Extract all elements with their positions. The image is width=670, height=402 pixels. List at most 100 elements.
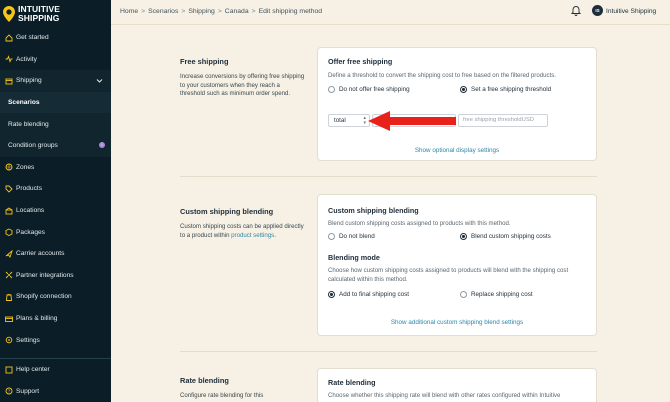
radio-do-not-blend[interactable]: Do not blend: [328, 233, 375, 240]
custom-blending-card: Custom shipping blending Blend custom sh…: [317, 194, 597, 336]
radio-replace-cost[interactable]: Replace shipping cost: [460, 291, 533, 298]
radio-dot-selected[interactable]: [460, 233, 467, 240]
annotation-arrow-icon: [368, 111, 456, 131]
sidebar-item-label: Get started: [16, 34, 49, 42]
sidebar-item-rate-blending[interactable]: Rate blending: [0, 113, 111, 135]
brand-logo[interactable]: INTUITIVE SHIPPING: [3, 3, 108, 25]
radio-label: Set a free shipping threshold: [471, 86, 552, 93]
rate-blending-card: Rate blending Choose whether this shippi…: [317, 368, 597, 402]
sidebar: INTUITIVE SHIPPING Get started Activity …: [0, 0, 111, 402]
sidebar-item-label: Condition groups: [8, 142, 58, 150]
breadcrumb-canada[interactable]: Canada: [225, 8, 249, 15]
breadcrumb-separator: >: [141, 8, 146, 15]
card-subtitle: Blend custom shipping costs assigned to …: [328, 220, 511, 227]
section-text: Increase conversions by offering free sh…: [180, 73, 305, 98]
sidebar-item-shopify-connection[interactable]: Shopify connection: [0, 286, 111, 308]
breadcrumb-scenarios[interactable]: Scenarios: [148, 8, 178, 15]
section-text-suffix: .: [274, 231, 276, 239]
breadcrumb-home[interactable]: Home: [120, 8, 138, 15]
radio-no-free-shipping[interactable]: Do not offer free shipping: [328, 86, 410, 93]
free-shipping-description: Free shipping Increase conversions by of…: [180, 57, 305, 99]
user-name[interactable]: Intuitive Shipping: [606, 8, 656, 15]
top-bar: Home > Scenarios > Shipping > Canada > E…: [111, 0, 670, 25]
breadcrumb-shipping[interactable]: Shipping: [188, 8, 214, 15]
breadcrumb-current: Edit shipping method: [258, 8, 323, 15]
radio-dot[interactable]: [328, 233, 335, 240]
integration-icon: [5, 271, 13, 279]
chevron-down-icon: [96, 79, 103, 83]
sidebar-item-label: Support: [16, 387, 40, 395]
breadcrumb: Home > Scenarios > Shipping > Canada > E…: [120, 8, 322, 15]
show-blend-settings-link[interactable]: Show additional custom shipping blend se…: [318, 319, 596, 326]
radio-dot[interactable]: [328, 86, 335, 93]
section-title: Rate blending: [180, 376, 229, 385]
radio-label: Do not offer free shipping: [339, 86, 410, 93]
currency-label: USD: [521, 117, 534, 123]
show-display-settings-link[interactable]: Show optional display settings: [318, 147, 596, 154]
section-divider: [180, 351, 597, 352]
sidebar-item-settings[interactable]: Settings: [0, 329, 111, 351]
sidebar-item-locations[interactable]: Locations: [0, 200, 111, 222]
radio-label: Do not blend: [339, 233, 375, 240]
gear-icon: [5, 336, 13, 344]
threshold-type-select[interactable]: total ▴ ▾: [328, 114, 370, 127]
home-icon: [5, 34, 13, 42]
radio-dot-selected[interactable]: [460, 86, 467, 93]
threshold-input[interactable]: free shipping thresholdUSD: [458, 114, 548, 127]
sidebar-item-condition-groups[interactable]: Condition groups i: [0, 134, 111, 157]
sidebar-nav: Get started Activity Shipping Scenarios …: [0, 27, 111, 351]
sidebar-item-label: Locations: [16, 207, 45, 215]
info-badge: i: [99, 141, 105, 148]
radio-add-to-final[interactable]: Add to final shipping cost: [328, 291, 409, 298]
radio-label: Blend custom shipping costs: [471, 233, 551, 240]
radio-set-threshold[interactable]: Set a free shipping threshold: [460, 86, 551, 93]
sidebar-item-products[interactable]: Products: [0, 178, 111, 200]
sidebar-item-label: Shipping: [16, 77, 42, 85]
help-icon: [5, 366, 13, 374]
card-title: Custom shipping blending: [328, 206, 419, 215]
sidebar-item-activity[interactable]: Activity: [0, 49, 111, 71]
billing-icon: [5, 315, 13, 323]
sidebar-item-shipping[interactable]: Shipping: [0, 70, 111, 92]
product-settings-link[interactable]: product settings: [231, 232, 274, 239]
sidebar-item-label: Plans & billing: [16, 315, 58, 323]
sidebar-item-scenarios[interactable]: Scenarios: [0, 91, 111, 114]
carrier-icon: [5, 249, 13, 258]
activity-icon: [5, 55, 13, 64]
section-title: Custom shipping blending: [180, 207, 274, 216]
bell-icon[interactable]: [571, 5, 581, 16]
shipping-icon: [5, 77, 13, 85]
tag-icon: [5, 185, 13, 193]
radio-dot[interactable]: [460, 291, 467, 298]
sidebar-item-zones[interactable]: Zones: [0, 157, 111, 179]
custom-blending-description: Custom shipping blending Custom shipping…: [180, 207, 305, 240]
offer-free-shipping-card: Offer free shipping Define a threshold t…: [317, 47, 597, 161]
shopify-icon: [5, 293, 13, 301]
support-icon: ?: [5, 387, 13, 395]
blending-mode-title: Blending mode: [328, 253, 380, 262]
sidebar-item-label: Settings: [16, 336, 40, 344]
sidebar-item-packages[interactable]: Packages: [0, 221, 111, 243]
sidebar-item-partner-integrations[interactable]: Partner integrations: [0, 265, 111, 287]
sidebar-item-help-center[interactable]: Help center: [0, 359, 111, 381]
radio-label: Add to final shipping cost: [339, 291, 410, 298]
svg-text:?: ?: [8, 389, 11, 394]
sidebar-item-label: Packages: [16, 228, 45, 236]
select-value: total: [334, 117, 346, 124]
section-title: Free shipping: [180, 57, 229, 66]
sidebar-item-carrier-accounts[interactable]: Carrier accounts: [0, 243, 111, 265]
sidebar-item-plans-billing[interactable]: Plans & billing: [0, 308, 111, 330]
package-icon: [5, 228, 13, 237]
radio-blend-custom-costs[interactable]: Blend custom shipping costs: [460, 233, 551, 240]
sidebar-item-support[interactable]: ? Support: [0, 381, 111, 402]
section-text: Custom shipping costs can be applied dir…: [180, 223, 305, 240]
sidebar-item-label: Products: [16, 185, 43, 193]
sidebar-item-label: Partner integrations: [16, 271, 74, 279]
card-subtitle: Define a threshold to convert the shippi…: [328, 72, 556, 79]
sidebar-item-label: Carrier accounts: [16, 250, 65, 258]
avatar[interactable]: IS: [592, 5, 603, 16]
sidebar-item-get-started[interactable]: Get started: [0, 27, 111, 49]
radio-dot-selected[interactable]: [328, 291, 335, 298]
sidebar-item-label: Shopify connection: [16, 293, 72, 301]
card-subtitle: Choose whether this shipping rate will b…: [328, 392, 561, 399]
